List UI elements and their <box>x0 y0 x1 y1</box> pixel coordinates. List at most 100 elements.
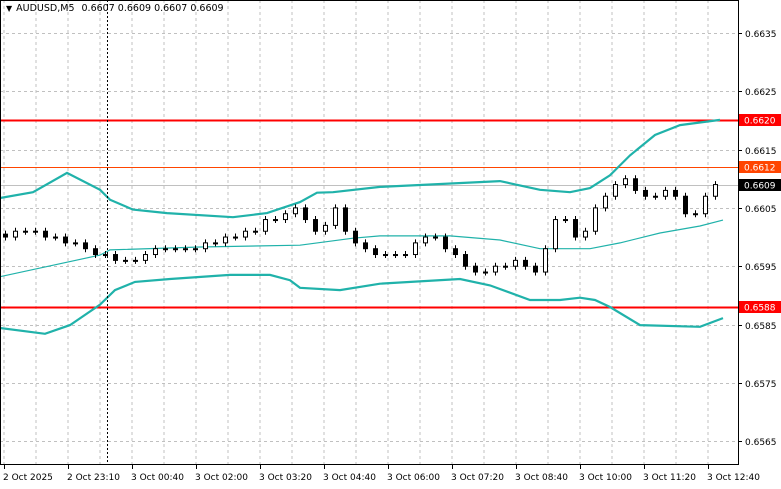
candle-bearish <box>353 230 358 244</box>
candle-bearish <box>683 195 688 215</box>
candle-bullish <box>623 178 628 186</box>
y-tick-label: 0.6635 <box>745 30 777 40</box>
candle-bullish <box>703 195 708 215</box>
candle-bearish <box>453 248 458 256</box>
candle-bullish <box>253 230 258 233</box>
candle-bullish <box>143 254 148 261</box>
candle-bullish <box>183 248 188 251</box>
candle-bearish <box>443 236 448 250</box>
y-tick-label: 0.6605 <box>745 205 777 215</box>
candle-bullish <box>23 230 28 233</box>
candle-bearish <box>473 265 478 273</box>
candle-bullish <box>163 248 168 251</box>
candle-bullish <box>663 189 668 197</box>
symbol-label: AUDUSD,M5 <box>16 3 75 14</box>
x-tick-label: 3 Oct 12:40 <box>707 473 760 483</box>
candle-bullish <box>483 271 488 274</box>
candle-bullish <box>603 195 608 209</box>
chart-background <box>0 0 781 489</box>
candle-bearish <box>573 219 578 238</box>
candle-bearish <box>533 265 538 273</box>
x-tick-label: 2 Oct 2025 <box>3 473 53 483</box>
candle-bullish <box>203 242 208 250</box>
triangle-down-icon[interactable]: ▼ <box>6 4 12 13</box>
candle-bullish <box>713 184 718 197</box>
candle-bearish <box>523 259 528 267</box>
y-tick-label: 0.6615 <box>745 147 777 157</box>
candle-bearish <box>113 254 118 261</box>
candle-bearish <box>313 219 318 232</box>
x-tick-label: 3 Oct 03:20 <box>259 473 312 483</box>
candle-bullish <box>503 265 508 268</box>
candle-bullish <box>653 195 658 198</box>
y-tick-label: 0.6565 <box>745 438 777 448</box>
candle-bearish <box>343 207 348 232</box>
candle-bearish <box>303 207 308 221</box>
candle-bullish <box>123 259 128 262</box>
x-tick-label: 3 Oct 07:20 <box>451 473 504 483</box>
x-tick-label: 3 Oct 10:00 <box>579 473 632 483</box>
price-tag-label: 0.6609 <box>744 182 776 192</box>
candle-bullish <box>173 248 178 251</box>
candle-bullish <box>293 207 298 215</box>
x-tick-label: 2 Oct 23:10 <box>67 473 120 483</box>
candle-bullish <box>223 236 228 244</box>
candle-bearish <box>643 189 648 197</box>
chart-title: ▼ AUDUSD,M5 0.6607 0.6609 0.6607 0.6609 <box>6 3 224 14</box>
x-tick-label: 3 Oct 06:00 <box>387 473 440 483</box>
y-tick-label: 0.6575 <box>745 380 777 390</box>
candle-bullish <box>433 236 438 239</box>
candle-bullish <box>243 230 248 238</box>
candle-bearish <box>373 248 378 256</box>
candle-bearish <box>43 230 48 238</box>
candle-bearish <box>633 178 638 191</box>
candle-bullish <box>583 230 588 238</box>
candle-bullish <box>613 184 618 197</box>
candle-bullish <box>543 248 548 273</box>
candle-bullish <box>323 224 328 232</box>
quote-low: 0.6607 <box>154 3 188 14</box>
candle-bearish <box>463 254 468 267</box>
candle-bearish <box>673 189 678 197</box>
x-tick-label: 3 Oct 04:40 <box>323 473 376 483</box>
price-tag-label: 0.6620 <box>744 117 776 127</box>
candle-bullish <box>393 254 398 257</box>
candle-bearish <box>93 248 98 256</box>
quote-high: 0.6609 <box>117 3 152 14</box>
candle-bullish <box>73 242 78 245</box>
price-chart[interactable]: 0.6635 0.6625 0.6615 0.6605 0.6595 0.6585 0.65… <box>0 0 781 489</box>
candle-bullish <box>233 236 238 239</box>
candle-bullish <box>693 213 698 216</box>
candle-bullish <box>513 259 518 267</box>
candle-bullish <box>333 207 338 226</box>
candle-bullish <box>53 236 58 239</box>
price-tag-label: 0.6612 <box>744 164 776 174</box>
candle-bullish <box>263 219 268 232</box>
quote-open: 0.6607 <box>81 3 115 14</box>
x-tick-label: 3 Oct 02:00 <box>195 473 248 483</box>
y-tick-label: 0.6625 <box>745 88 777 98</box>
candle-bullish <box>103 254 108 257</box>
candle-bearish <box>83 242 88 250</box>
candle-bearish <box>363 242 368 250</box>
candle-bullish <box>593 207 598 232</box>
candle-bullish <box>383 254 388 257</box>
candle-bullish <box>133 259 138 262</box>
candle-bullish <box>413 242 418 256</box>
price-tag-label: 0.6588 <box>744 304 776 314</box>
candle-bullish <box>213 242 218 245</box>
x-tick-label: 3 Oct 11:20 <box>643 473 696 483</box>
y-tick-label: 0.6585 <box>745 322 777 332</box>
candle-bullish <box>493 265 498 273</box>
candle-bullish <box>283 213 288 221</box>
candle-bullish <box>553 219 558 250</box>
candle-bearish <box>63 236 68 244</box>
x-tick-label: 3 Oct 08:40 <box>515 473 568 483</box>
candle-bearish <box>3 233 8 238</box>
candle-bullish <box>423 236 428 244</box>
candle-bullish <box>563 219 568 222</box>
y-tick-label: 0.6595 <box>745 263 777 273</box>
candle-bullish <box>403 254 408 257</box>
candle-bullish <box>33 230 38 233</box>
x-tick-label: 3 Oct 00:40 <box>131 473 184 483</box>
